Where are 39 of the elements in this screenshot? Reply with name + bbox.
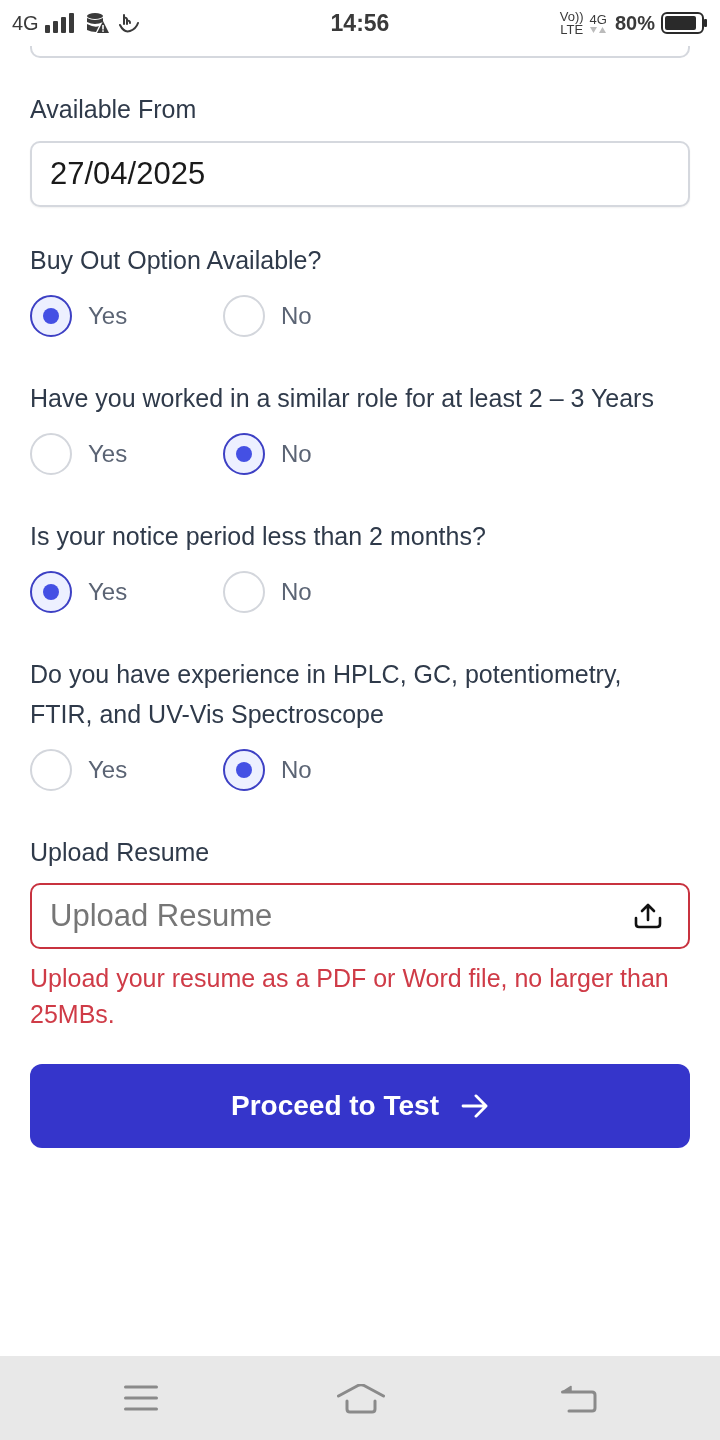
clock-time: 14:56 xyxy=(330,9,390,37)
signal-icon xyxy=(44,13,75,33)
radio-button[interactable] xyxy=(30,571,72,613)
hand-icon xyxy=(118,13,139,33)
field-label: Available From xyxy=(30,94,198,125)
upload-field[interactable]: Upload Resume xyxy=(30,883,690,949)
battery-icon xyxy=(661,12,708,34)
option-label[interactable]: No xyxy=(281,302,312,330)
home-icon[interactable] xyxy=(337,1384,385,1414)
option-label[interactable]: Yes xyxy=(88,302,128,330)
data-activity-icon xyxy=(590,27,607,33)
menu-icon[interactable] xyxy=(124,1385,158,1411)
option-label[interactable]: No xyxy=(281,756,312,784)
date-field[interactable]: 27/04/2025 xyxy=(30,141,690,207)
question-label: Buy Out Option Available? xyxy=(30,245,323,276)
upload-icon[interactable] xyxy=(634,903,662,929)
option-label[interactable]: Yes xyxy=(88,440,128,468)
proceed-button[interactable]: Proceed to Test xyxy=(30,1064,690,1148)
option-label[interactable]: No xyxy=(281,578,312,606)
volte-label: Vo)) xyxy=(559,10,584,23)
option-label[interactable]: No xyxy=(281,440,312,468)
radio-button[interactable] xyxy=(223,749,265,791)
question-label: Do you have experience in HPLC, GC, potentiometry, FTIR, and UV-Vis Spectroscope xyxy=(30,659,623,730)
option-label[interactable]: Yes xyxy=(88,756,128,784)
option-label[interactable]: Yes xyxy=(88,578,128,606)
network-type: 4G xyxy=(12,11,39,35)
back-icon[interactable] xyxy=(561,1385,597,1413)
arrow-icon xyxy=(461,1094,489,1118)
radio-button[interactable] xyxy=(223,433,265,475)
battery-percent: 80% xyxy=(614,11,655,35)
data-type: 4G xyxy=(589,13,607,26)
radio-button[interactable] xyxy=(30,295,72,337)
field-label: Upload Resume xyxy=(30,837,211,868)
database-warning-icon xyxy=(86,13,109,33)
input-field[interactable] xyxy=(30,46,690,58)
question-label: Is your notice period less than 2 months? xyxy=(30,521,487,552)
error-message: Upload your resume as a PDF or Word file, no larger than 25MBs. xyxy=(30,963,670,1030)
lte-label: LTE xyxy=(560,23,584,36)
question-label: Have you worked in a similar role for at least 2 – 3 Years xyxy=(30,383,655,414)
